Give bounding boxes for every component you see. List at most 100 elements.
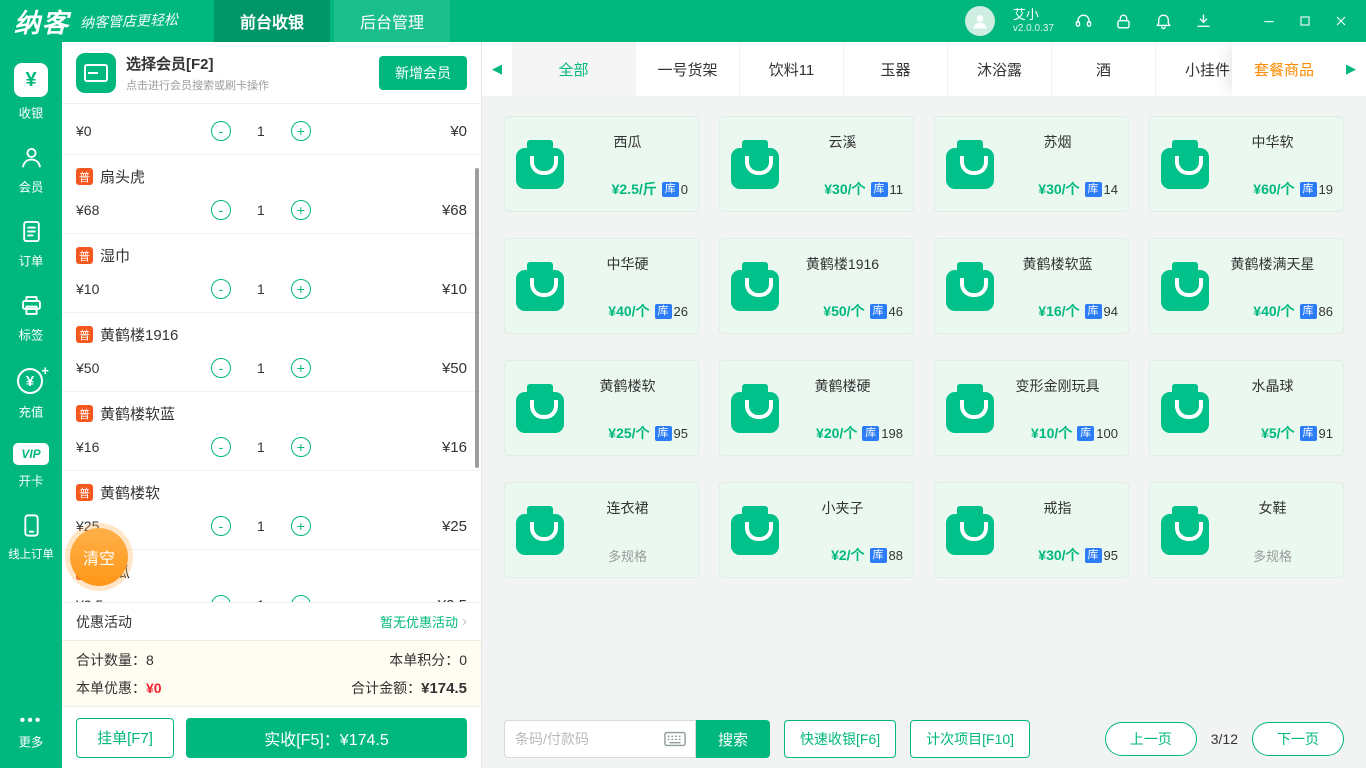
cart-item[interactable]: 普 黄鹤楼软 ¥25 - 1 + ¥25 (62, 471, 481, 550)
plus-button[interactable]: + (290, 516, 311, 536)
plus-button[interactable]: + (290, 358, 311, 378)
product-card[interactable]: 连衣裙 多规格 库 (504, 482, 699, 578)
sidebar-item-member[interactable]: 会员 (0, 133, 62, 207)
download-icon[interactable] (1192, 10, 1214, 32)
qty-value[interactable]: 1 (257, 439, 265, 455)
product-card[interactable]: 苏烟 ¥30/个 库 14 (934, 116, 1129, 212)
minus-button[interactable]: - (211, 358, 231, 378)
plus-button[interactable]: + (290, 121, 311, 141)
product-card[interactable]: 小夹子 ¥2/个 库 88 (719, 482, 914, 578)
product-card[interactable]: 黄鹤楼满天星 ¥40/个 库 86 (1149, 238, 1344, 334)
product-card[interactable]: 黄鹤楼软蓝 ¥16/个 库 94 (934, 238, 1129, 334)
checkout-button[interactable]: 实收[F5]：¥174.5 (186, 717, 467, 758)
category-tab[interactable]: 沐浴露 (948, 42, 1052, 96)
scroll-left-icon[interactable]: ◀ (482, 42, 512, 96)
sidebar-item-vip-card[interactable]: VIP 开卡 (0, 432, 62, 501)
product-stock: 库 198 (862, 425, 903, 441)
product-card[interactable]: 云溪 ¥30/个 库 11 (719, 116, 914, 212)
scroll-right-icon[interactable]: ▶ (1336, 42, 1366, 96)
count-item-button[interactable]: 计次项目[F10] (910, 720, 1031, 758)
promo-row[interactable]: 优惠活动 暂无优惠活动 › (62, 602, 481, 640)
close-icon[interactable] (1326, 6, 1356, 36)
keyboard-icon[interactable] (654, 720, 696, 758)
category-tab-all[interactable]: 全部 (512, 42, 636, 96)
cart-item[interactable]: 普 黄鹤楼软蓝 ¥16 - 1 + ¥16 (62, 392, 481, 471)
quick-cashier-button[interactable]: 快速收银[F6] (784, 720, 897, 758)
sidebar-item-label-print[interactable]: 标签 (0, 281, 62, 355)
product-price: ¥2/个 (831, 547, 865, 563)
minus-button[interactable]: - (211, 121, 231, 141)
qty-value[interactable]: 1 (257, 202, 265, 218)
minimize-icon[interactable] (1254, 6, 1284, 36)
qty-value[interactable]: 1 (257, 360, 265, 376)
product-card[interactable]: 女鞋 多规格 库 (1149, 482, 1344, 578)
sidebar-item-label: 更多 (18, 735, 44, 750)
product-card[interactable]: 水晶球 ¥5/个 库 91 (1149, 360, 1344, 456)
add-member-button[interactable]: 新增会员 (379, 55, 467, 90)
user-avatar[interactable] (964, 6, 995, 36)
category-tab[interactable]: 饮料11 (740, 42, 844, 96)
minus-button[interactable]: - (211, 437, 231, 457)
product-card[interactable]: 中华软 ¥60/个 库 19 (1149, 116, 1344, 212)
order-discount: 本单优惠： ¥0 (76, 678, 162, 698)
plus-button[interactable]: + (290, 279, 311, 299)
product-card[interactable]: 中华硬 ¥40/个 库 26 (504, 238, 699, 334)
category-tab[interactable]: 一号货架 (636, 42, 740, 96)
cart-item[interactable]: 普 扇头虎 ¥68 - 1 + ¥68 (62, 155, 481, 234)
product-card[interactable]: 西瓜 ¥2.5/斤 库0 (504, 116, 699, 212)
minus-button[interactable]: - (211, 516, 231, 536)
plus-button[interactable]: + (290, 437, 311, 457)
stock-badge: 库 (869, 303, 887, 319)
member-card-icon (76, 52, 116, 93)
sidebar-item-online-orders[interactable]: 线上订单 (0, 501, 62, 573)
plus-button[interactable]: + (290, 595, 311, 602)
prev-page-button[interactable]: 上一页 (1104, 722, 1197, 756)
sidebar-item-orders[interactable]: 订单 (0, 207, 62, 281)
minus-button[interactable]: - (211, 200, 231, 220)
search-button[interactable]: 搜索 (696, 720, 770, 758)
product-card[interactable]: 黄鹤楼软 ¥25/个 库 95 (504, 360, 699, 456)
product-name: 苏烟 (1043, 134, 1072, 150)
sidebar-item-more[interactable]: ••• 更多 (0, 705, 62, 762)
qty-value[interactable]: 1 (257, 123, 265, 139)
product-card[interactable]: 黄鹤楼1916 ¥50/个 库 46 (719, 238, 914, 334)
sidebar-item-recharge[interactable]: ¥ + 充值 (0, 355, 62, 432)
sidebar-item-cashier[interactable]: ¥ 收银 (0, 52, 62, 133)
category-tab[interactable]: 玉器 (844, 42, 948, 96)
tab-backend-admin[interactable]: 后台管理 (334, 0, 451, 42)
next-page-button[interactable]: 下一页 (1252, 722, 1344, 756)
cart-scrollbar[interactable] (475, 168, 479, 468)
lock-icon[interactable] (1112, 10, 1134, 32)
customer-service-icon[interactable] (1072, 10, 1094, 32)
category-tab-combo[interactable]: 套餐商品 (1232, 42, 1336, 96)
shopping-bag-icon (513, 137, 567, 191)
category-tab[interactable]: 酒 (1052, 42, 1156, 96)
cart-item-partial[interactable]: ¥0 - 1 + ¥0 (62, 104, 481, 155)
shopping-bag-icon (943, 137, 997, 191)
qty-value[interactable]: 1 (257, 597, 265, 602)
hold-order-button[interactable]: 挂单[F7] (76, 717, 174, 758)
minus-button[interactable]: - (211, 279, 231, 299)
promo-value[interactable]: 暂无优惠活动 (380, 612, 458, 631)
barcode-input[interactable] (504, 720, 654, 758)
page-indicator: 3/12 (1210, 731, 1238, 747)
minus-button[interactable]: - (211, 595, 231, 602)
product-card[interactable]: 黄鹤楼硬 ¥20/个 库 198 (719, 360, 914, 456)
member-header[interactable]: 选择会员[F2] 点击进行会员搜索或刷卡操作 新增会员 (62, 42, 481, 104)
qty-value[interactable]: 1 (257, 518, 265, 534)
maximize-icon[interactable] (1290, 6, 1320, 36)
plus-button[interactable]: + (290, 200, 311, 220)
printer-icon (21, 296, 41, 315)
shopping-bag-icon (728, 259, 782, 313)
member-select-title: 选择会员[F2] (126, 55, 214, 73)
qty-value[interactable]: 1 (257, 281, 265, 297)
tab-front-cashier[interactable]: 前台收银 (214, 0, 331, 42)
bell-icon[interactable] (1152, 10, 1174, 32)
product-card[interactable]: 变形金刚玩具 ¥10/个 库 100 (934, 360, 1129, 456)
cart-item[interactable]: 普 湿巾 ¥10 - 1 + ¥10 (62, 234, 481, 313)
clear-cart-button[interactable]: 清空 (70, 528, 128, 586)
product-card[interactable]: 戒指 ¥30/个 库 95 (934, 482, 1129, 578)
cart-item[interactable]: 普 黄鹤楼1916 ¥50 - 1 + ¥50 (62, 313, 481, 392)
order-discount-label: 本单优惠： (76, 680, 146, 696)
item-type-badge: 普 (76, 247, 93, 264)
